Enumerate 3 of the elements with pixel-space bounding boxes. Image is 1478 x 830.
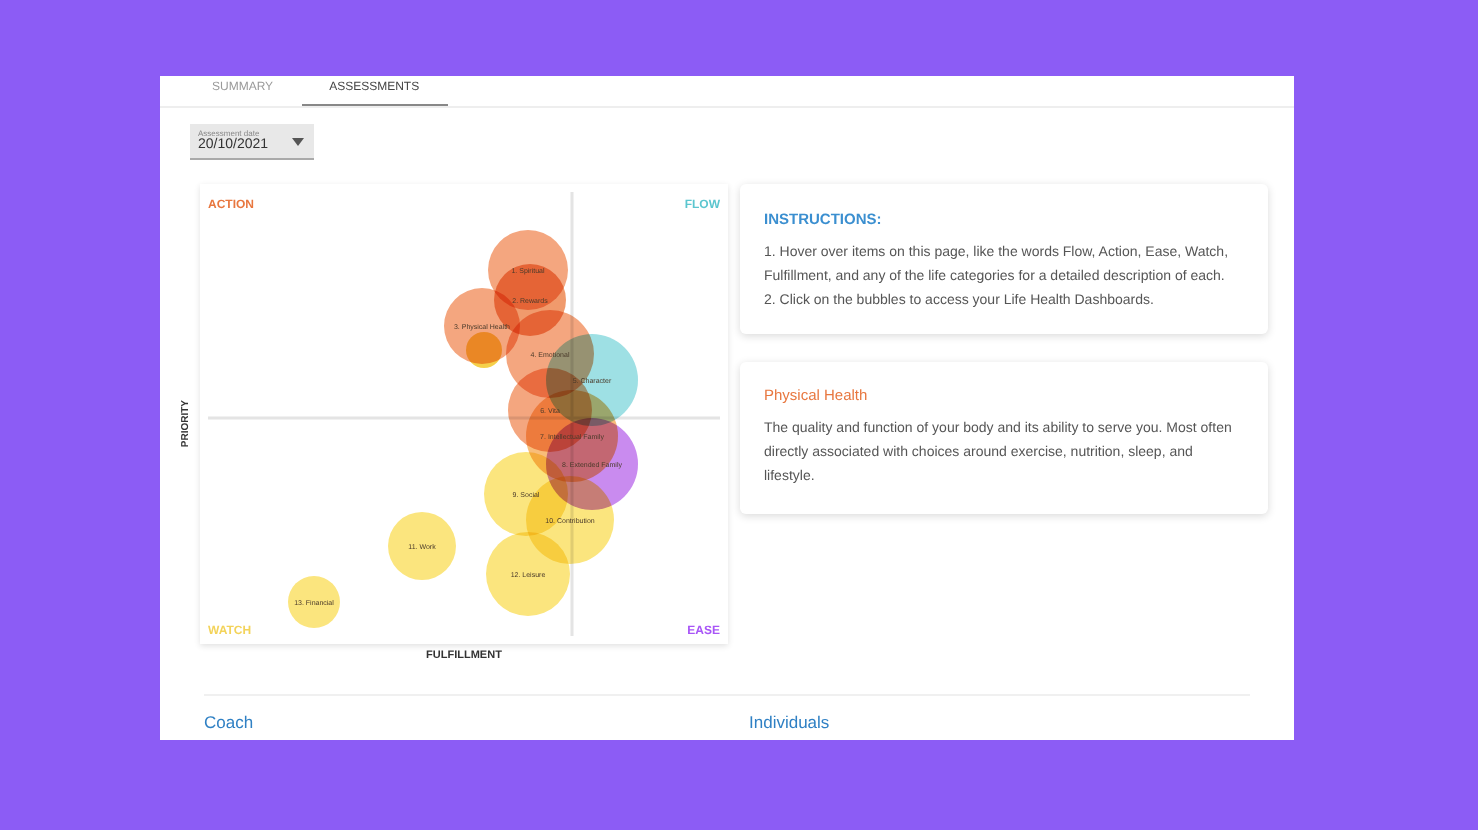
caret-icon bbox=[292, 138, 304, 146]
section-heading: Individuals bbox=[749, 712, 832, 734]
section-heading: Coach bbox=[204, 712, 256, 734]
